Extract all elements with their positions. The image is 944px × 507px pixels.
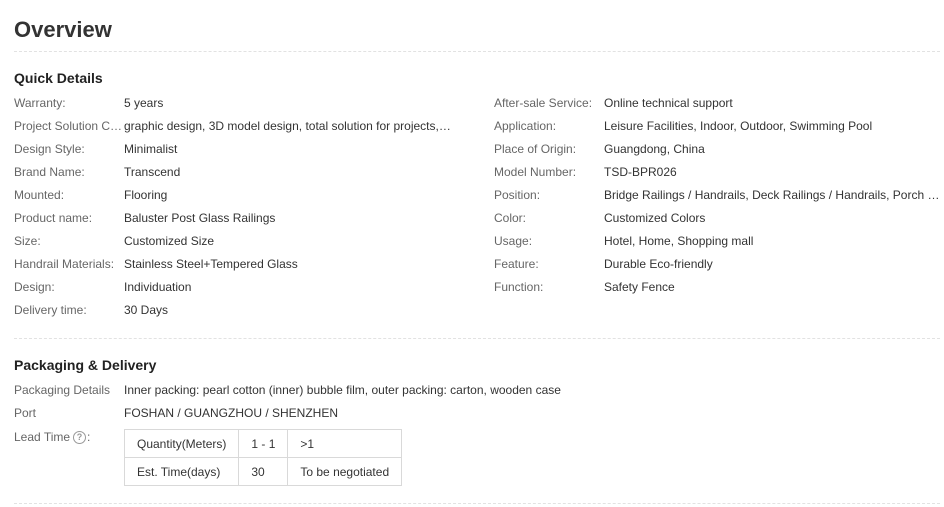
detail-row: Model Number: TSD-BPR026 bbox=[494, 165, 944, 188]
detail-label: Color: bbox=[494, 211, 527, 225]
table-row: Est. Time(days) 30 To be negotiated bbox=[123, 457, 403, 486]
packaging-delivery-heading: Packaging & Delivery bbox=[14, 357, 157, 373]
packaging-details-label: Packaging Details bbox=[14, 383, 111, 397]
detail-value: Bridge Railings / Handrails, Deck Railin… bbox=[604, 188, 940, 202]
detail-row: Size: Customized Size bbox=[14, 234, 464, 257]
detail-value: Guangdong, China bbox=[604, 142, 705, 156]
detail-label: Mounted: bbox=[14, 188, 65, 202]
detail-row: Place of Origin: Guangdong, China bbox=[494, 142, 944, 165]
divider-middle bbox=[14, 338, 940, 339]
detail-row: Warranty: 5 years bbox=[14, 96, 464, 119]
quick-details-right-column: After-sale Service: Online technical supp… bbox=[494, 96, 944, 303]
detail-label: Project Solution Ca... bbox=[14, 119, 124, 133]
page-title: Overview bbox=[14, 17, 112, 42]
detail-row: After-sale Service: Online technical supp… bbox=[494, 96, 944, 119]
detail-value: Leisure Facilities, Indoor, Outdoor, Swi… bbox=[604, 119, 873, 133]
detail-label: Position: bbox=[494, 188, 541, 202]
detail-row: Handrail Materials: Stainless Steel+Tempe… bbox=[14, 257, 464, 280]
detail-value: 30 Days bbox=[124, 303, 169, 317]
lead-time-label: Lead Time bbox=[14, 430, 71, 444]
detail-label: Function: bbox=[494, 280, 544, 294]
detail-value: Hotel, Home, Shopping mall bbox=[604, 234, 754, 248]
lead-time-label-group: Lead Time ? : bbox=[14, 430, 90, 444]
detail-label: Design Style: bbox=[14, 142, 85, 156]
table-cell: Quantity(Meters) bbox=[123, 429, 240, 458]
detail-label: Handrail Materials: bbox=[14, 257, 115, 271]
detail-row: Mounted: Flooring bbox=[14, 188, 464, 211]
detail-value: Flooring bbox=[124, 188, 168, 202]
detail-row: Design: Individuation bbox=[14, 280, 464, 303]
table-row: Quantity(Meters) 1 - 1 >1 bbox=[123, 429, 403, 458]
detail-value: Minimalist bbox=[124, 142, 178, 156]
detail-label: Application: bbox=[494, 119, 557, 133]
detail-label: Brand Name: bbox=[14, 165, 85, 179]
port-value: FOSHAN / GUANGZHOU / SHENZHEN bbox=[124, 406, 339, 420]
detail-row: Function: Safety Fence bbox=[494, 280, 944, 303]
table-cell: >1 bbox=[287, 429, 403, 458]
packaging-details-list: Packaging Details Inner packing: pearl c… bbox=[14, 383, 561, 429]
detail-label: Usage: bbox=[494, 234, 533, 248]
detail-value: Individuation bbox=[124, 280, 192, 294]
detail-label: Model Number: bbox=[494, 165, 577, 179]
detail-row: Feature: Durable Eco-friendly bbox=[494, 257, 944, 280]
lead-time-colon: : bbox=[87, 430, 91, 444]
detail-value: Customized Colors bbox=[604, 211, 706, 225]
quick-details-heading: Quick Details bbox=[14, 70, 103, 86]
table-cell: To be negotiated bbox=[287, 457, 403, 486]
detail-row: Position: Bridge Railings / Handrails, De… bbox=[494, 188, 944, 211]
detail-row: Delivery time: 30 Days bbox=[14, 303, 464, 326]
detail-value: Safety Fence bbox=[604, 280, 675, 294]
detail-label: After-sale Service: bbox=[494, 96, 593, 110]
table-cell: 1 - 1 bbox=[238, 429, 289, 458]
table-cell: Est. Time(days) bbox=[123, 457, 240, 486]
detail-row: Application: Leisure Facilities, Indoor, … bbox=[494, 119, 944, 142]
divider-bottom bbox=[14, 503, 940, 504]
detail-value: graphic design, 3D model design, total s… bbox=[124, 119, 454, 133]
detail-label: Delivery time: bbox=[14, 303, 87, 317]
detail-value: Stainless Steel+Tempered Glass bbox=[124, 257, 298, 271]
detail-label: Warranty: bbox=[14, 96, 66, 110]
detail-value: TSD-BPR026 bbox=[604, 165, 677, 179]
quick-details-left-column: Warranty: 5 years Project Solution Ca... gr… bbox=[14, 96, 464, 326]
detail-label: Feature: bbox=[494, 257, 539, 271]
detail-row: Brand Name: Transcend bbox=[14, 165, 464, 188]
detail-label: Design: bbox=[14, 280, 55, 294]
detail-value: Baluster Post Glass Railings bbox=[124, 211, 276, 225]
detail-row: Design Style: Minimalist bbox=[14, 142, 464, 165]
detail-row: Project Solution Ca... graphic design, 3D… bbox=[14, 119, 464, 142]
packaging-details-value: Inner packing: pearl cotton (inner) bubb… bbox=[124, 383, 561, 397]
detail-label: Product name: bbox=[14, 211, 93, 225]
detail-value: Transcend bbox=[124, 165, 181, 179]
detail-value: 5 years bbox=[124, 96, 164, 110]
lead-time-table: Quantity(Meters) 1 - 1 >1 Est. Time(days… bbox=[123, 429, 403, 486]
port-label: Port bbox=[14, 406, 37, 420]
question-circle-icon[interactable]: ? bbox=[73, 430, 87, 444]
table-cell: 30 bbox=[238, 457, 289, 486]
port-row: Port FOSHAN / GUANGZHOU / SHENZHEN bbox=[14, 406, 561, 429]
detail-value: Durable Eco-friendly bbox=[604, 257, 713, 271]
packaging-details-row: Packaging Details Inner packing: pearl c… bbox=[14, 383, 561, 406]
detail-label: Size: bbox=[14, 234, 41, 248]
detail-value: Customized Size bbox=[124, 234, 215, 248]
detail-row: Product name: Baluster Post Glass Railing… bbox=[14, 211, 464, 234]
detail-value: Online technical support bbox=[604, 96, 733, 110]
detail-row: Usage: Hotel, Home, Shopping mall bbox=[494, 234, 944, 257]
detail-row: Color: Customized Colors bbox=[494, 211, 944, 234]
divider-top bbox=[14, 51, 940, 52]
detail-label: Place of Origin: bbox=[494, 142, 577, 156]
